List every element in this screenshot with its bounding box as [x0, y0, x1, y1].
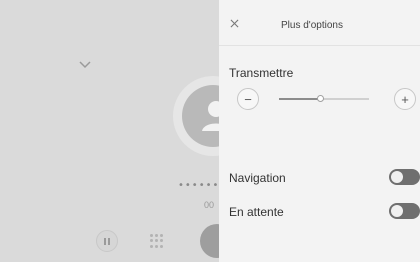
navigation-toggle[interactable]	[389, 169, 420, 185]
hold-button[interactable]	[96, 230, 118, 252]
volume-slider-fill	[279, 98, 320, 100]
caller-number: ••••••	[178, 180, 220, 191]
transmit-volume-label: Transmettre	[229, 66, 294, 80]
close-button[interactable]	[227, 16, 241, 30]
volume-down-button[interactable]: −	[237, 88, 259, 110]
phone-call-screen: •••••• 00 Plus d'options Transmettre − +	[0, 0, 420, 262]
close-icon	[230, 19, 238, 27]
chevron-down-icon[interactable]	[78, 60, 92, 70]
toggle-knob	[391, 205, 403, 217]
panel-title: Plus d'options	[281, 20, 343, 31]
keypad-icon[interactable]	[150, 234, 164, 248]
more-options-panel: Plus d'options Transmettre − + Navigatio…	[219, 0, 420, 262]
call-background: •••••• 00	[0, 0, 253, 262]
volume-slider[interactable]	[279, 95, 369, 102]
on-hold-toggle[interactable]	[389, 203, 420, 219]
toggle-knob	[391, 171, 403, 183]
volume-up-button[interactable]: +	[394, 88, 416, 110]
navigation-label: Navigation	[229, 171, 286, 185]
call-timer: 00	[204, 200, 215, 210]
panel-header: Plus d'options	[219, 0, 420, 46]
volume-slider-thumb[interactable]	[316, 95, 324, 102]
pause-icon	[104, 237, 106, 245]
on-hold-label: En attente	[229, 205, 284, 219]
